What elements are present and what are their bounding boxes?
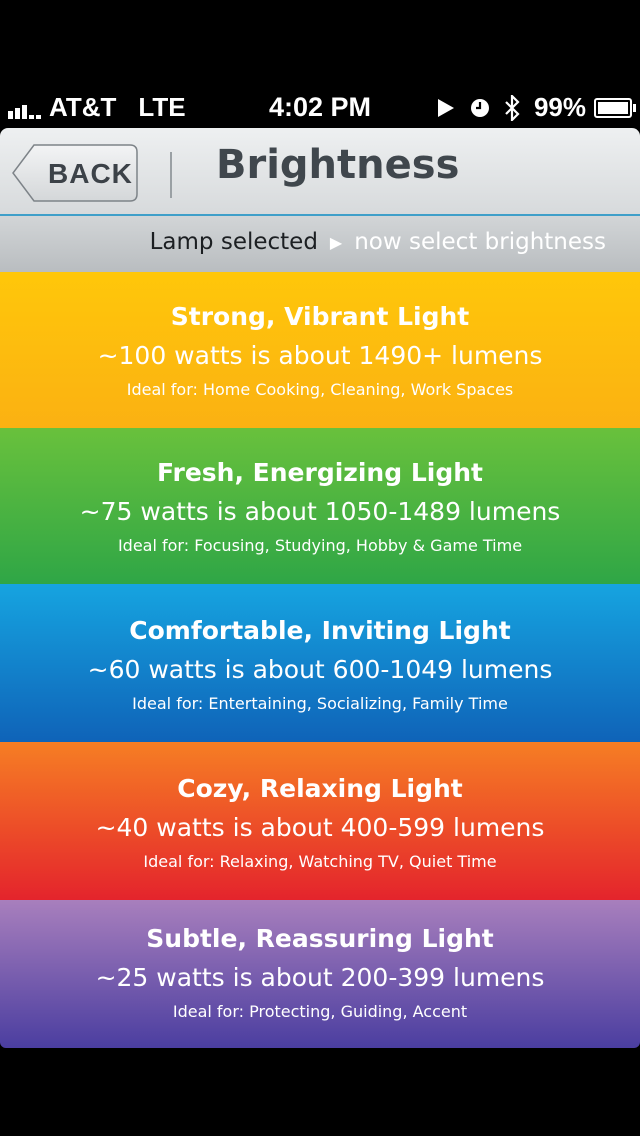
option-ideal-for: Ideal for: Protecting, Guiding, Accent <box>172 1002 468 1021</box>
clock-icon <box>470 98 490 118</box>
option-ideal-for: Ideal for: Home Cooking, Cleaning, Work … <box>126 380 514 399</box>
option-title: Comfortable, Inviting Light <box>129 616 511 645</box>
bluetooth-icon <box>504 94 520 121</box>
step-breadcrumb: Lamp selected ▶ now select brightness <box>0 216 640 272</box>
breadcrumb-current-step: now select brightness <box>354 229 606 255</box>
navigation-bar: BACK Brightness <box>0 128 640 216</box>
option-wattage: ~40 watts is about 400-599 lumens <box>95 813 545 842</box>
play-arrow-icon: ▶ <box>329 232 343 252</box>
status-bar-right: 99% <box>436 92 636 123</box>
brightness-option-subtle[interactable]: Subtle, Reassuring Light ~25 watts is ab… <box>0 900 640 1048</box>
back-label: BACK <box>48 158 133 189</box>
nav-divider <box>170 152 172 198</box>
option-wattage: ~25 watts is about 200-399 lumens <box>95 963 545 992</box>
status-bar: AT&T LTE 4:02 PM 99% <box>0 88 640 128</box>
option-title: Fresh, Energizing Light <box>157 458 483 487</box>
option-title: Strong, Vibrant Light <box>170 302 470 331</box>
battery-percent: 99% <box>533 92 586 122</box>
option-title: Subtle, Reassuring Light <box>146 924 494 953</box>
option-wattage: ~60 watts is about 600-1049 lumens <box>87 655 553 684</box>
play-icon <box>436 97 456 119</box>
brightness-option-fresh[interactable]: Fresh, Energizing Light ~75 watts is abo… <box>0 428 640 584</box>
page-title: Brightness <box>216 142 460 188</box>
breadcrumb-completed-step: Lamp selected <box>149 229 318 255</box>
brightness-option-strong[interactable]: Strong, Vibrant Light ~100 watts is abou… <box>0 272 640 428</box>
brightness-option-comfortable[interactable]: Comfortable, Inviting Light ~60 watts is… <box>0 584 640 742</box>
option-wattage: ~100 watts is about 1490+ lumens <box>97 341 543 370</box>
brightness-option-cozy[interactable]: Cozy, Relaxing Light ~40 watts is about … <box>0 742 640 900</box>
battery-icon <box>594 97 636 118</box>
option-ideal-for: Ideal for: Focusing, Studying, Hobby & G… <box>117 536 523 555</box>
back-button[interactable]: BACK <box>12 144 138 202</box>
option-wattage: ~75 watts is about 1050-1489 lumens <box>79 497 561 526</box>
option-ideal-for: Ideal for: Relaxing, Watching TV, Quiet … <box>143 852 497 871</box>
option-title: Cozy, Relaxing Light <box>177 774 463 803</box>
option-ideal-for: Ideal for: Entertaining, Socializing, Fa… <box>132 694 508 713</box>
